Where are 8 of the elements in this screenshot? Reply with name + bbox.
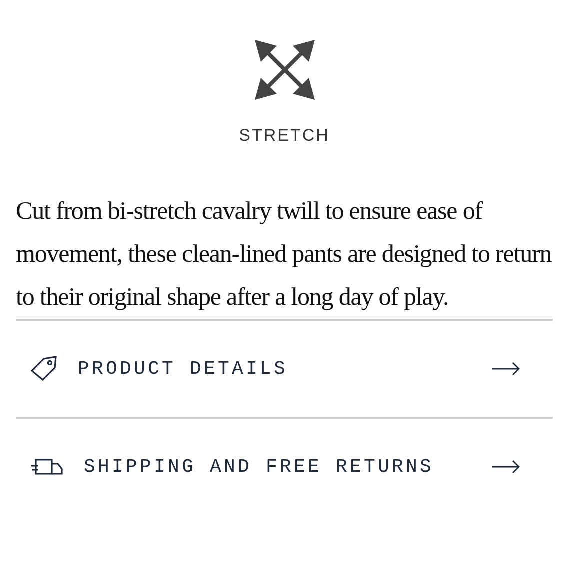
arrow-right-icon: [491, 460, 521, 474]
feature-label: STRETCH: [239, 126, 330, 146]
tag-icon: [30, 356, 58, 382]
arrow-right-icon: [491, 362, 521, 376]
accordion-link[interactable]: PRODUCT DETAILS: [78, 358, 471, 380]
description: Cut from bi-stretch cavalry twill to ensure ease of movement, these clean-lined pants are designed to return to their original shape after a long day of play.: [16, 197, 553, 313]
accordion-link[interactable]: SHIPPING AND FREE RETURNS: [84, 456, 471, 478]
expand-arrows-icon: [255, 40, 315, 100]
